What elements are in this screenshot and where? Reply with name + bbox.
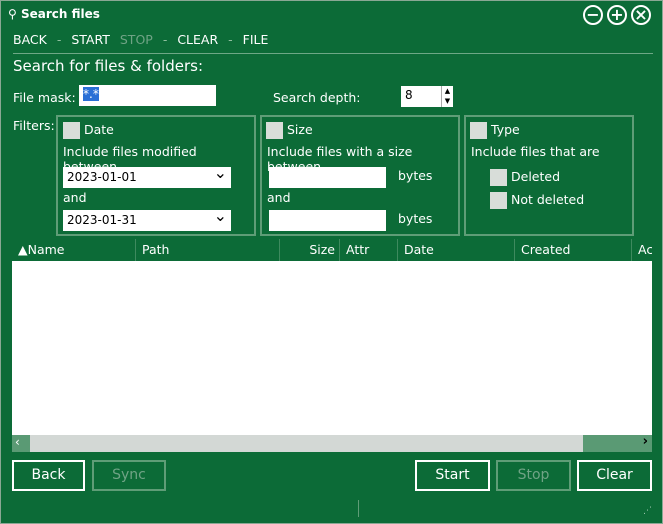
column-header-created[interactable]: Created [515,239,632,261]
minimize-icon[interactable]: − [583,5,603,25]
search-depth-value: 8 [405,88,413,102]
menu-separator: - [56,32,62,47]
stop-button: Stop [496,460,571,491]
resize-grip-icon[interactable]: ⋰ [643,506,652,516]
size-filter-group: Size Include files with a size between b… [260,115,460,236]
spinner-arrows-icon[interactable]: ▲ ▼ [441,86,453,107]
menu-stop: STOP [119,32,153,47]
type-desc: Include files that are [471,144,600,159]
scroll-left-icon[interactable]: ‹ [15,435,20,449]
results-table: ▲Name Path Size Attr Date Created Ac ‹ › [12,239,652,452]
search-depth-label: Search depth: [273,90,361,105]
type-label: Type [491,122,520,137]
size-unit: bytes [398,168,433,183]
page-heading: Search for files & folders: [13,57,203,75]
column-header-size[interactable]: Size [280,239,340,261]
size-checkbox[interactable] [266,122,283,139]
window-title: Search files [20,7,100,21]
sync-button: Sync [92,460,166,491]
not-deleted-checkbox[interactable] [490,192,507,209]
menu-separator: - [228,32,233,47]
date-to-select[interactable]: 2023-01-31 [63,206,231,231]
deleted-label: Deleted [511,169,561,184]
deleted-checkbox[interactable] [490,169,507,186]
file-mask-value: *.* [83,87,99,101]
not-deleted-label: Not deleted [511,192,585,207]
type-filter-group: Type Include files that are Deleted Not … [464,115,634,236]
date-from-select[interactable]: 2023-01-01 [63,163,231,188]
column-header-accessed[interactable]: Ac [632,239,652,261]
clear-button[interactable]: Clear [577,460,652,491]
horizontal-scrollbar[interactable]: ‹ › [12,434,652,452]
search-depth-spinner[interactable]: 8 ▲ ▼ [401,86,453,107]
menu-start[interactable]: START [71,32,110,47]
title-bar: ⚲ Search files [8,7,100,21]
search-icon: ⚲ [8,7,17,21]
size-max-input[interactable] [269,210,386,231]
date-filter-group: Date Include files modified between 2023… [56,115,256,236]
status-divider [358,500,359,517]
divider [13,53,653,54]
file-mask-label: File mask: [13,90,76,105]
size-unit: bytes [398,211,433,226]
scroll-right-icon[interactable]: › [643,434,648,449]
type-checkbox[interactable] [470,122,487,139]
start-button[interactable]: Start [415,460,490,491]
menu-separator: - [162,32,168,47]
column-header-date[interactable]: Date [398,239,515,261]
size-min-input[interactable] [269,167,386,188]
filters-label: Filters: [13,118,55,133]
size-and-label: and [267,190,291,205]
menu-file[interactable]: FILE [243,32,269,47]
search-files-window: ⚲ Search files − + × BACK - START STOP -… [1,1,662,523]
menu-clear[interactable]: CLEAR [177,32,218,47]
close-icon[interactable]: × [631,5,651,25]
file-mask-input[interactable]: *.* [79,85,216,106]
menu-back[interactable]: BACK [13,32,47,47]
date-checkbox[interactable] [63,122,80,139]
size-label: Size [287,122,313,137]
back-button[interactable]: Back [12,460,85,491]
maximize-icon[interactable]: + [607,5,627,25]
column-header-attr[interactable]: Attr [340,239,398,261]
menu-bar: BACK - START STOP - CLEAR - FILE [13,32,274,47]
scrollbar-thumb[interactable] [30,435,583,452]
date-and-label: and [63,190,87,205]
date-label: Date [84,122,114,137]
column-header-name[interactable]: ▲Name [12,239,136,261]
column-header-path[interactable]: Path [136,239,280,261]
